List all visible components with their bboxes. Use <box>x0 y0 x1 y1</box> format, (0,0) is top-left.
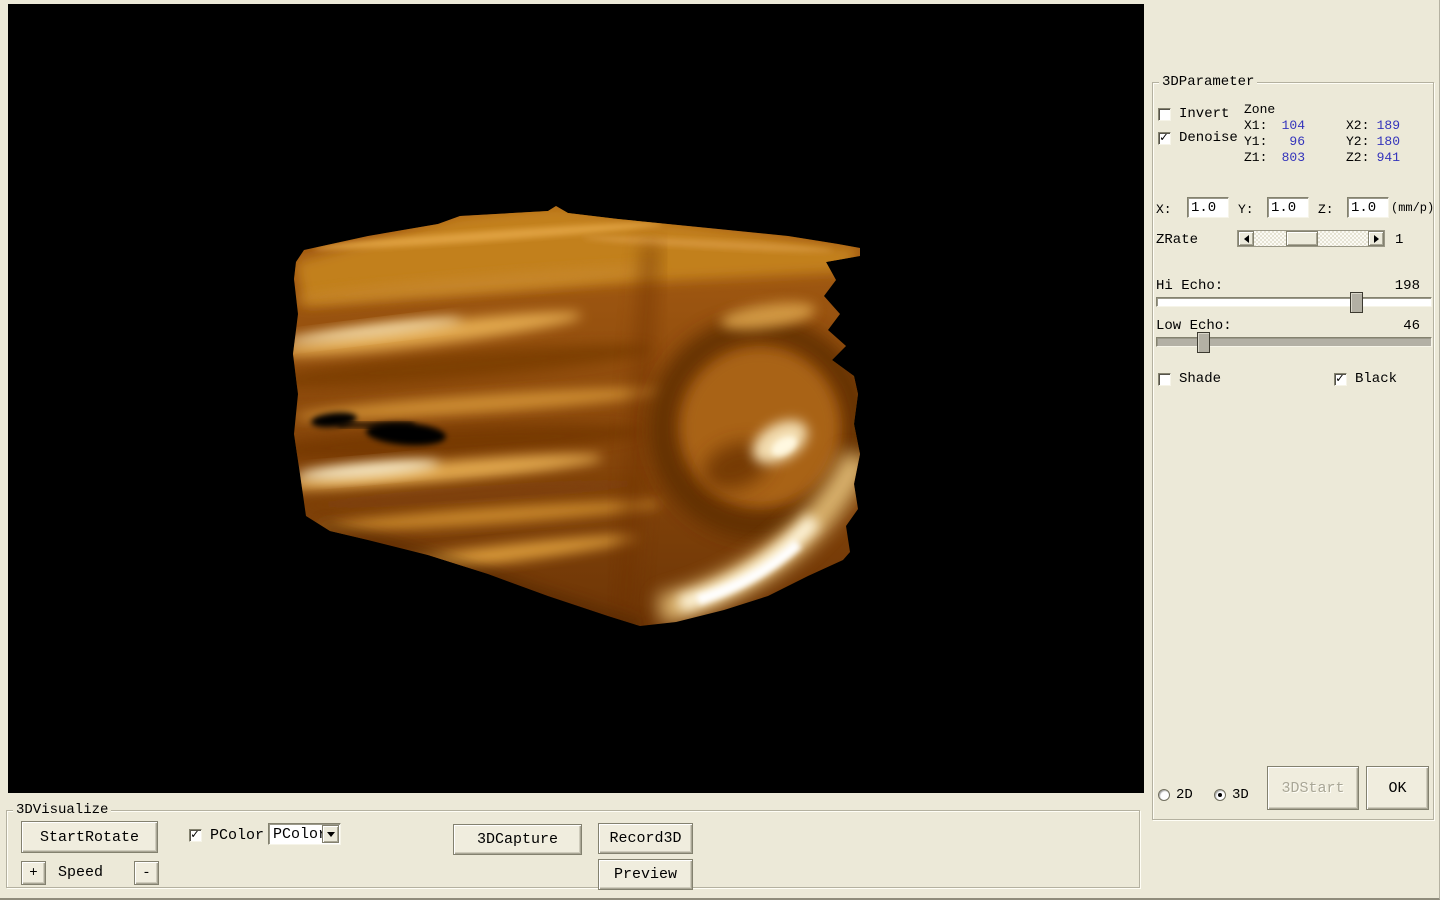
mode-2d-radio[interactable] <box>1158 789 1170 801</box>
ok-button[interactable]: OK <box>1366 766 1429 810</box>
denoise-checkbox[interactable] <box>1158 132 1171 145</box>
chevron-down-icon <box>327 832 335 837</box>
low-echo-label: Low Echo: <box>1156 319 1232 334</box>
low-echo-slider-thumb[interactable] <box>1197 332 1210 353</box>
record3d-button[interactable]: Record3D <box>598 823 693 854</box>
parameter-group-title: 3DParameter <box>1159 74 1257 90</box>
mode-3d-label: 3D <box>1232 788 1249 803</box>
zrate-label: ZRate <box>1156 233 1198 248</box>
pcolor-checkbox[interactable] <box>189 829 202 842</box>
invert-checkbox[interactable] <box>1158 108 1171 121</box>
speed-plus-button[interactable]: + <box>21 861 46 885</box>
app-window: 3DParameter Invert Denoise Zone X1: 104 … <box>0 0 1440 900</box>
zrate-scroll-right-button[interactable] <box>1368 231 1384 246</box>
zone-y2-value: 180 <box>1366 134 1400 149</box>
mode-2d-label: 2D <box>1176 788 1193 803</box>
scale-z-label: Z: <box>1318 202 1334 217</box>
hi-echo-label: Hi Echo: <box>1156 279 1223 294</box>
zrate-value: 1 <box>1395 233 1403 248</box>
zone-x2-value: 189 <box>1366 118 1400 133</box>
black-checkbox[interactable] <box>1334 373 1347 386</box>
scale-y-label: Y: <box>1238 202 1254 217</box>
parameter-groupbox: 3DParameter Invert Denoise Zone X1: 104 … <box>1152 82 1434 820</box>
preview-button[interactable]: Preview <box>598 859 693 890</box>
black-label: Black <box>1355 372 1397 387</box>
volume-render-3d <box>8 4 1144 793</box>
render-viewport[interactable] <box>8 4 1144 793</box>
scale-y-input[interactable] <box>1267 197 1309 218</box>
shade-checkbox[interactable] <box>1158 373 1171 386</box>
pcolor-label: PColor <box>210 828 264 843</box>
low-echo-value: 46 <box>1376 319 1420 334</box>
zone-z2-value: 941 <box>1366 150 1400 165</box>
zrate-scroll-thumb[interactable] <box>1286 231 1318 246</box>
hi-echo-value: 198 <box>1376 279 1420 294</box>
visualize-groupbox: 3DVisualize StartRotate + Speed - PColor… <box>6 810 1140 888</box>
scroll-right-icon <box>1374 235 1379 243</box>
scroll-left-icon <box>1244 235 1249 243</box>
denoise-label: Denoise <box>1179 131 1238 146</box>
hi-echo-slider-thumb[interactable] <box>1350 292 1363 313</box>
zrate-scroll-left-button[interactable] <box>1238 231 1254 246</box>
speed-minus-button[interactable]: - <box>134 861 159 885</box>
scale-x-label: X: <box>1156 202 1172 217</box>
visualize-group-title: 3DVisualize <box>13 802 111 818</box>
zone-title: Zone <box>1244 102 1275 117</box>
zone-z1-value: 803 <box>1263 150 1305 165</box>
zone-x1-value: 104 <box>1263 118 1305 133</box>
capture3d-button[interactable]: 3DCapture <box>453 824 582 855</box>
scale-x-input[interactable] <box>1187 197 1229 218</box>
scale-unit-label: (mm/p) <box>1391 201 1434 216</box>
pcolor-dropdown[interactable]: PColor <box>268 823 341 845</box>
invert-label: Invert <box>1179 107 1229 122</box>
zrate-scrollbar <box>1237 230 1385 247</box>
shade-label: Shade <box>1179 372 1221 387</box>
start-rotate-button[interactable]: StartRotate <box>21 821 158 853</box>
scale-z-input[interactable] <box>1347 197 1389 218</box>
speed-label: Speed <box>58 865 103 880</box>
pcolor-dropdown-button[interactable] <box>322 825 339 843</box>
zone-y1-value: 96 <box>1263 134 1305 149</box>
start3d-button: 3DStart <box>1267 766 1359 810</box>
hi-echo-slider-track[interactable] <box>1156 297 1432 307</box>
mode-3d-radio[interactable] <box>1214 789 1226 801</box>
pcolor-dropdown-value: PColor <box>273 826 327 843</box>
